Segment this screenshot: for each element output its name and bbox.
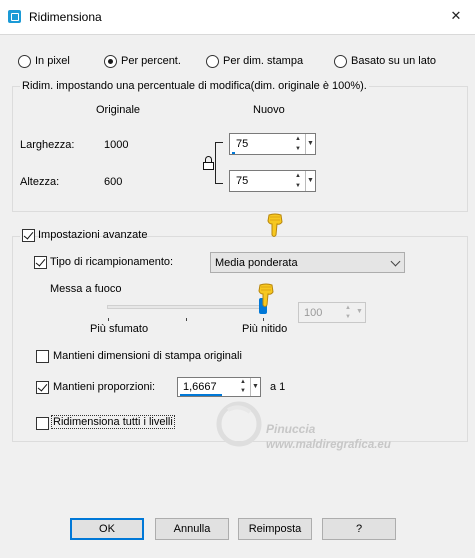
window-title: Ridimensiona [29,10,102,24]
radio-per-percent-circle[interactable] [104,55,117,68]
watermark-line2: www.maldiregrafica.eu [266,439,391,451]
pointing-hand-icon [257,283,275,309]
lock-icon [203,156,214,170]
height-new-value[interactable]: 75 [236,175,248,187]
spin-down-icon[interactable]: ▼ [293,144,303,154]
keep-print-row[interactable]: Mantieni dimensioni di stampa originali [36,349,256,365]
resample-value: Media ponderata [215,257,298,269]
width-label: Larghezza: [20,139,75,151]
spin-up-icon[interactable]: ▲ [293,171,303,181]
aspect-bracket [215,142,223,184]
slider-tick [108,318,109,321]
spin-up-icon[interactable]: ▲ [238,378,248,387]
width-new-field[interactable]: 75 ▲ ▼ ▼ [229,133,316,155]
keep-print-label: Mantieni dimensioni di stampa originali [53,350,242,362]
new-header: Nuovo [253,104,285,116]
pointing-hand-icon [266,213,284,239]
resize-layers-checkbox[interactable] [36,417,49,430]
advanced-checkbox-row[interactable]: Impostazioni avanzate [20,228,147,244]
width-new-spinner[interactable]: ▲ ▼ [293,134,303,154]
ratio-underline [180,394,222,396]
radio-in-pixel-label: In pixel [35,55,70,67]
resample-checkbox-row[interactable]: Tipo di ricampionamento: [34,255,184,271]
sharpness-value: 100 [304,307,323,319]
cancel-button[interactable]: Annulla [155,518,229,540]
chevron-down-icon[interactable] [390,256,401,267]
height-new-field[interactable]: 75 ▲ ▼ ▼ [229,170,316,192]
radio-in-pixel[interactable]: In pixel [18,54,102,70]
slider-min-label: Più sfumato [90,323,149,335]
width-new-value[interactable]: 75 [236,138,248,150]
resample-label: Tipo di ricampionamento: [50,256,174,268]
slider-max-label: Più nitido [242,323,288,335]
spin-updown-icon: ▲ ▼ [345,305,351,320]
keep-print-checkbox[interactable] [36,350,49,363]
resample-checkbox[interactable] [34,256,47,269]
radio-per-dim-stampa[interactable]: Per dim. stampa [206,54,316,70]
help-button[interactable]: ? [322,518,396,540]
spin-up-icon[interactable]: ▲ [293,134,303,144]
radio-in-pixel-circle[interactable] [18,55,31,68]
radio-basato-su-un-lato-circle[interactable] [334,55,347,68]
radio-per-dim-stampa-circle[interactable] [206,55,219,68]
spin-down-icon[interactable]: ▼ [238,387,248,396]
resample-select[interactable]: Media ponderata [210,252,405,273]
ratio-spinner[interactable]: ▲ ▼ [238,378,248,396]
advanced-label: Impostazioni avanzate [38,229,148,241]
percent-group-title: Ridim. impostando una percentuale di mod… [20,80,369,92]
sharpness-track [107,305,265,309]
watermark-logo-icon [216,401,262,447]
radio-per-dim-stampa-label: Per dim. stampa [223,55,304,67]
ratio-value[interactable]: 1,6667 [183,381,217,393]
keep-ratio-label: Mantieni proporzioni: [53,381,156,393]
resize-layers-row[interactable]: Ridimensiona tutti i livelli [36,415,175,432]
keep-ratio-row[interactable]: Mantieni proporzioni: [36,380,166,396]
chevron-down-icon: ▼ [356,308,363,315]
sharpness-slider[interactable] [107,298,267,318]
sharpness-label: Messa a fuoco [50,283,122,295]
watermark: Pinuccia www.maldiregrafica.eu [214,398,449,458]
chevron-down-icon[interactable]: ▼ [305,171,315,191]
chevron-down-icon[interactable]: ▼ [305,134,315,154]
app-icon [8,10,21,23]
spin-down-icon[interactable]: ▼ [293,181,303,191]
original-header: Originale [96,104,141,116]
height-new-spinner[interactable]: ▲ ▼ [293,171,303,191]
reset-button[interactable]: Reimposta [238,518,312,540]
advanced-checkbox[interactable] [22,229,35,242]
keep-ratio-checkbox[interactable] [36,381,49,394]
chevron-down-icon[interactable]: ▼ [250,378,260,396]
height-original-value: 600 [104,176,123,188]
radio-basato-su-un-lato[interactable]: Basato su un lato [334,54,454,70]
resize-layers-label: Ridimensiona tutti i livelli [51,415,175,429]
height-label: Altezza: [20,176,60,188]
slider-tick [263,318,264,321]
sharpness-value-field: 100 ▲ ▼ ▼ [298,302,366,323]
ratio-field[interactable]: 1,6667 ▲ ▼ ▼ [177,377,261,397]
watermark-line1: Pinuccia [266,422,316,436]
width-original-value: 1000 [104,139,129,151]
ok-button[interactable]: OK [70,518,144,540]
width-new-progress [232,152,235,154]
title-bar: Ridimensiona ✕ [0,0,475,34]
ratio-suffix: a 1 [270,381,286,393]
slider-tick [186,318,187,321]
close-icon[interactable]: ✕ [445,6,467,26]
radio-basato-su-un-lato-label: Basato su un lato [351,55,437,67]
radio-per-percent-label: Per percent. [121,55,181,67]
radio-per-percent[interactable]: Per percent. [104,54,194,70]
